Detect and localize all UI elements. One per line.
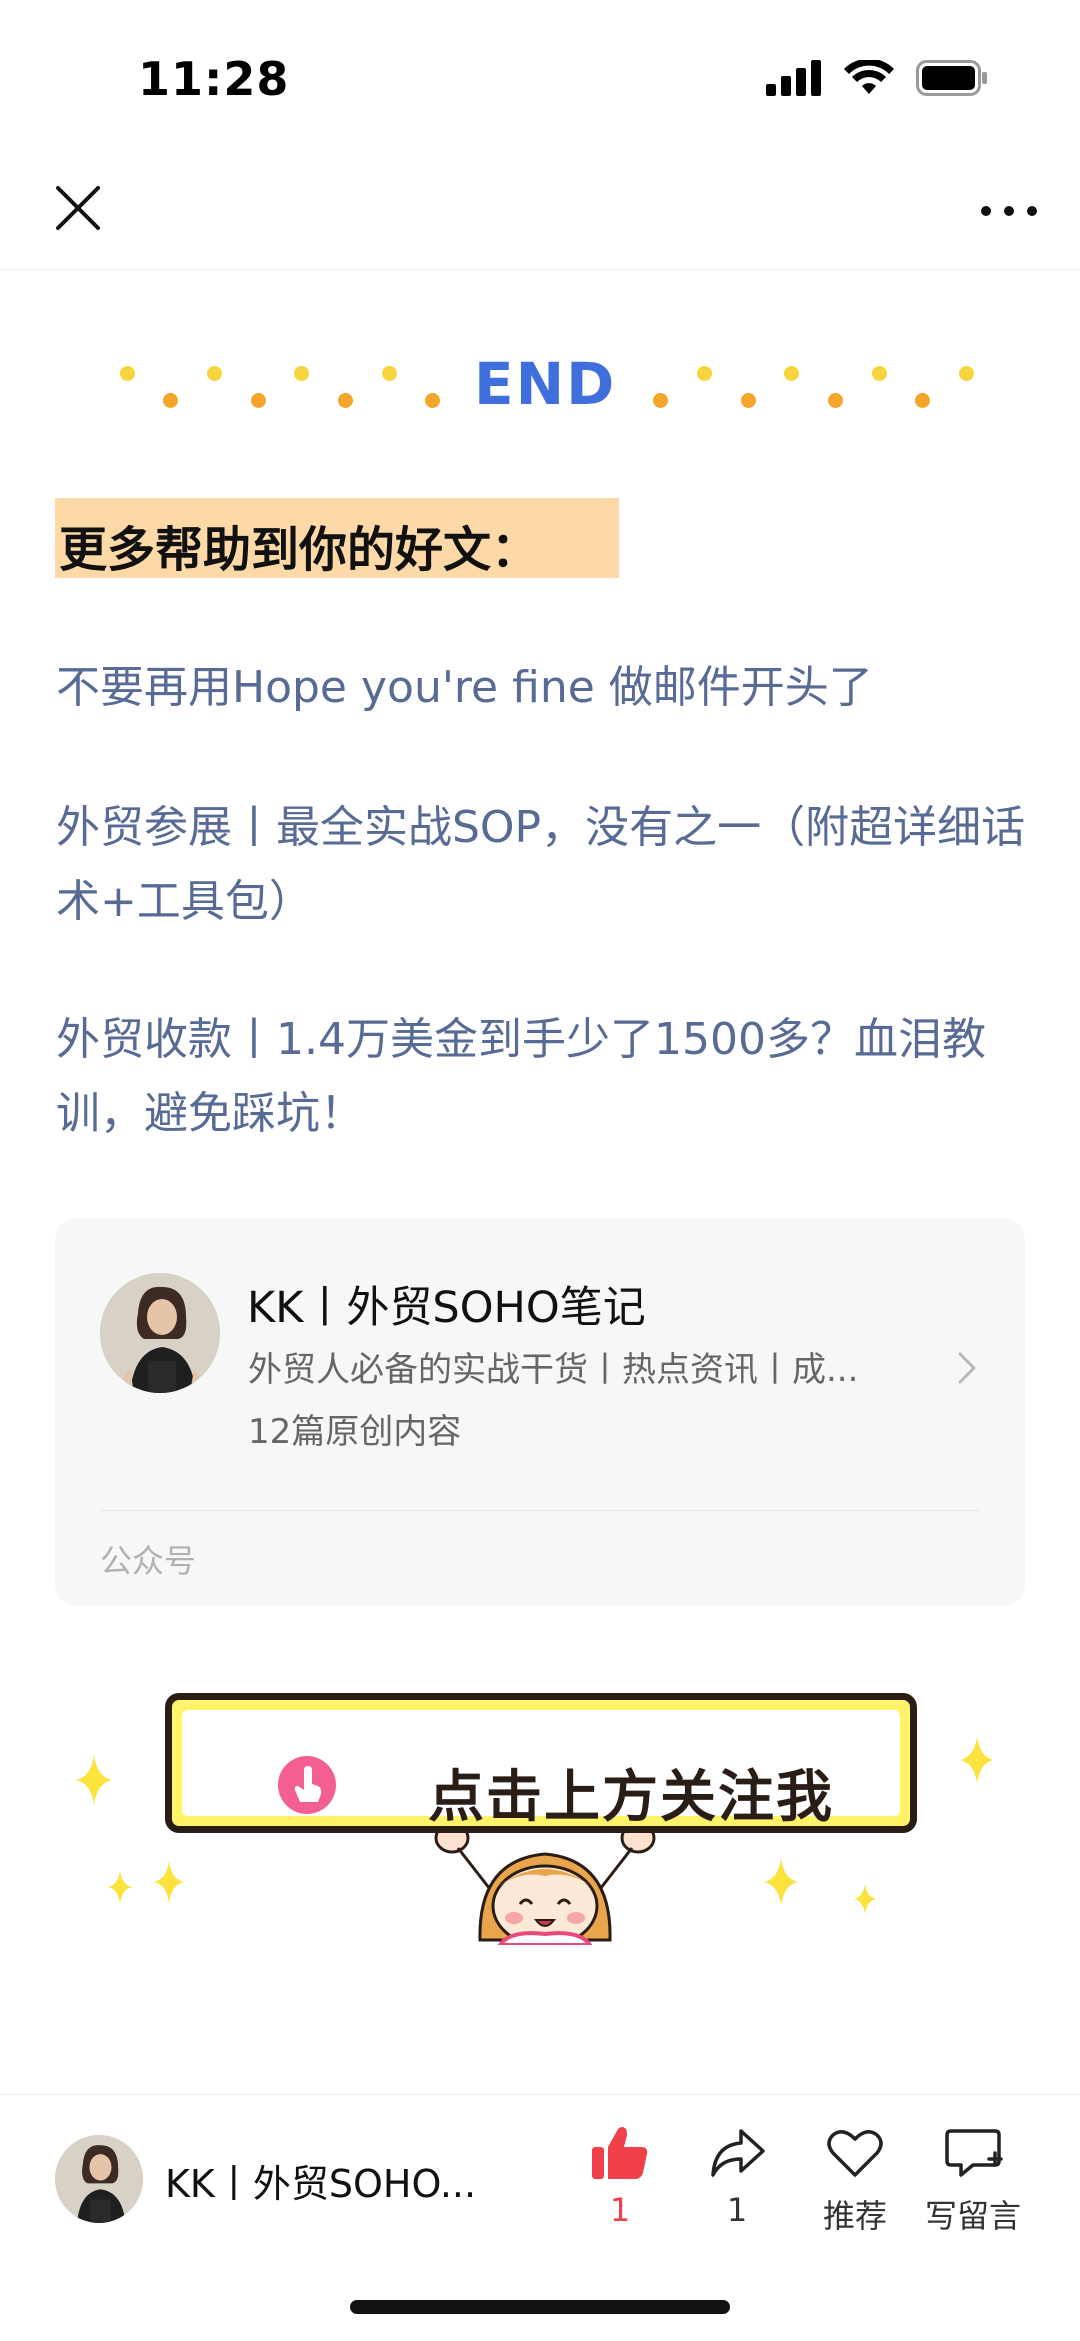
article-link[interactable]: 外贸参展丨最全实战SOP，没有之一（附超详细话术+工具包） (56, 791, 1036, 939)
heart-icon (827, 2130, 883, 2177)
end-banner: END (0, 330, 1080, 430)
signal-icon (766, 60, 821, 96)
account-card[interactable]: KK丨外贸SOHO笔记 外贸人必备的实战干货丨热点资讯丨成... 12篇原创内容… (55, 1218, 1025, 1606)
account-avatar (100, 1273, 220, 1393)
status-bar: 11:28 (0, 0, 1080, 150)
account-article-count: 12篇原创内容 (248, 1412, 462, 1452)
share-button[interactable]: 1 (682, 2125, 792, 2229)
close-button[interactable] (48, 178, 108, 238)
comment-label: 写留言 (924, 2197, 1021, 2235)
battery-icon (916, 60, 987, 96)
account-name: KK丨外贸SOHO笔记 (247, 1283, 646, 1333)
section-heading-text: 更多帮助到你的好文： (59, 522, 540, 578)
author-avatar[interactable] (55, 2135, 143, 2223)
more-button[interactable] (974, 186, 1044, 236)
wifi-icon (844, 60, 894, 94)
share-icon (711, 2129, 765, 2177)
end-text: END (474, 350, 617, 418)
like-count: 1 (609, 2191, 631, 2229)
thumbs-up-icon (592, 2127, 648, 2179)
sparkle-icon (76, 1755, 112, 1805)
sparkle-icon (960, 1736, 994, 1784)
comment-icon (945, 2129, 1003, 2177)
recommend-button[interactable]: 推荐 (800, 2125, 910, 2237)
sparkle-icon (108, 1870, 132, 1904)
chevron-right-icon (958, 1352, 976, 1384)
status-icons (766, 60, 988, 96)
pointer-hand-icon (278, 1756, 336, 1814)
like-button[interactable]: 1 (565, 2125, 675, 2229)
home-indicator[interactable] (350, 2300, 730, 2314)
account-description: 外贸人必备的实战干货丨热点资讯丨成... (248, 1350, 859, 1390)
article-link[interactable]: 不要再用Hope you're fine 做邮件开头了 (56, 651, 1036, 725)
sparkle-icon (764, 1858, 798, 1906)
more-icon (981, 206, 1037, 216)
follow-text: 点击上方关注我 (428, 1765, 834, 1830)
account-type-label: 公众号 (100, 1542, 197, 1580)
recommend-label: 推荐 (822, 2197, 887, 2235)
sparkle-icon (154, 1861, 184, 1903)
card-divider (100, 1510, 980, 1511)
close-icon (56, 186, 100, 230)
comment-button[interactable]: 写留言 (918, 2125, 1028, 2237)
follow-banner[interactable]: 点击上方关注我 (70, 1685, 1010, 1945)
article-link[interactable]: 外贸收款丨1.4万美金到手少了1500多？血泪教训，避免踩坑！ (56, 1003, 1036, 1151)
author-name[interactable]: KK丨外贸SOHO... (165, 2153, 505, 2208)
nav-bar (0, 150, 1080, 270)
status-time: 11:28 (138, 52, 290, 106)
sparkle-icon (854, 1883, 876, 1915)
section-heading: 更多帮助到你的好文： (55, 498, 619, 578)
share-count: 1 (726, 2191, 748, 2229)
follow-sign: 点击上方关注我 (165, 1693, 917, 1833)
